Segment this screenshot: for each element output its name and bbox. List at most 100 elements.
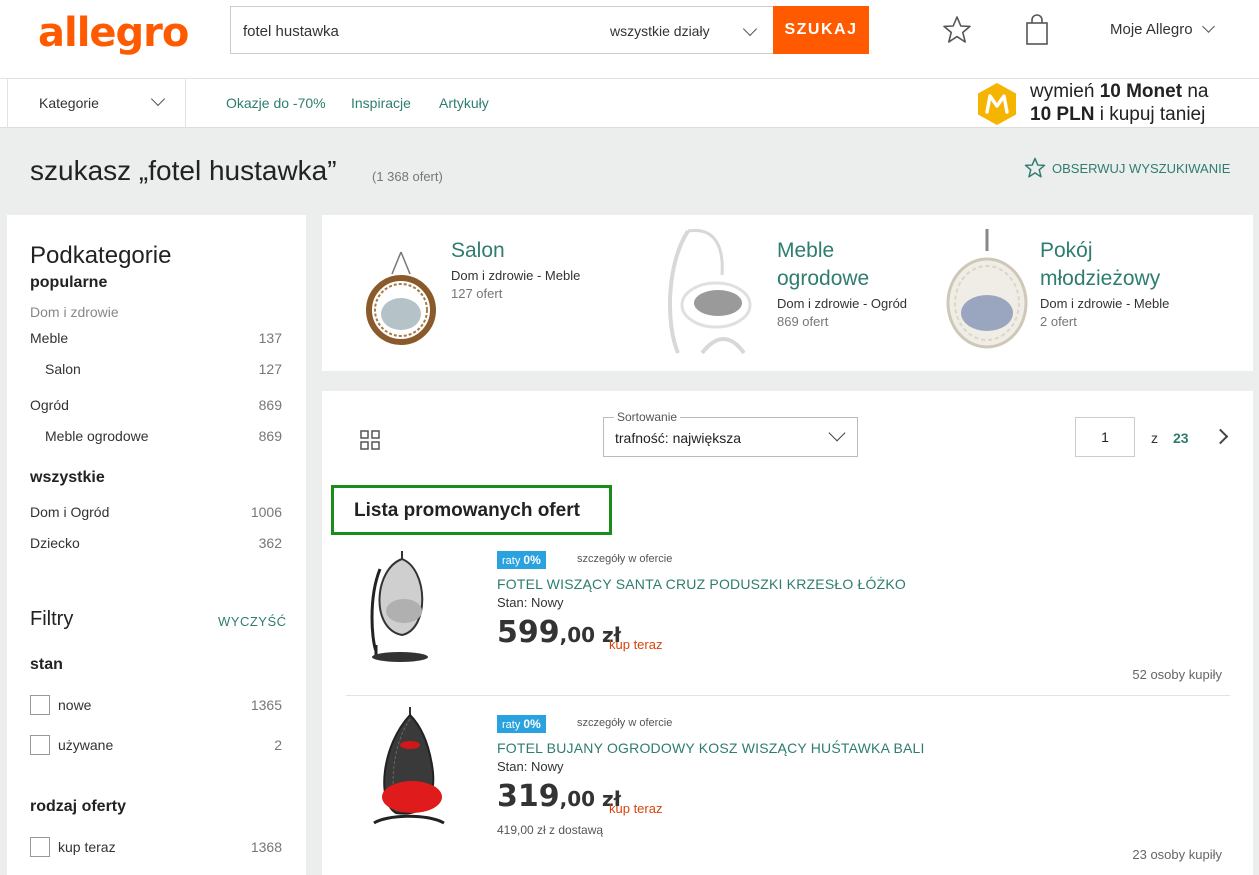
search-title: szukasz „fotel hustawka” [30, 155, 337, 186]
checkbox-used[interactable] [30, 735, 50, 755]
offer-type-title: rodzaj oferty [30, 798, 127, 815]
subcategory-count: 869 [258, 428, 282, 444]
installments-label: raty [502, 555, 521, 567]
installments-note: szczegóły w ofercie [577, 553, 673, 565]
sort-legend: Sortowanie [614, 410, 681, 424]
subcategory-label: Meble [30, 330, 69, 346]
egg-chair-image[interactable] [944, 227, 1030, 351]
subcategory-ogrod[interactable]: Ogród 869 [30, 397, 282, 413]
search-input[interactable]: fotel hustawka [230, 6, 599, 54]
promo-coins: 10 Monet [1099, 81, 1183, 102]
page-of-label: z [1151, 430, 1158, 446]
nav-link-deals[interactable]: Okazje do -70% [226, 95, 326, 111]
popular-title: popularne [30, 274, 108, 291]
offer-buy-now: kup teraz [609, 801, 663, 816]
subcategory-meble[interactable]: Meble 137 [30, 330, 282, 346]
installments-badge: raty 0% [497, 715, 546, 733]
filters-title: Filtry [30, 608, 74, 630]
offer-condition: Stan: Nowy [497, 759, 564, 774]
condition-title: stan [30, 656, 63, 673]
next-page-chevron-icon[interactable] [1212, 428, 1229, 445]
checkbox-buy-now-label[interactable]: kup teraz [58, 839, 116, 855]
filters-sidebar: Podkategorie popularne Dom i zdrowie Meb… [7, 215, 306, 875]
checkbox-new[interactable] [30, 695, 50, 715]
coin-hexagon-icon[interactable] [976, 82, 1018, 126]
listing-panel: Sortowanie trafność: największa 1 z 23 L… [322, 391, 1253, 875]
subcategory-meble-ogrodowe[interactable]: Meble ogrodowe 869 [45, 428, 282, 444]
checkbox-buy-now-count: 1368 [250, 839, 282, 855]
promo-pln: 10 PLN [1030, 104, 1095, 125]
category-label: Dziecko [30, 535, 80, 551]
category-card-garden-path: Dom i zdrowie - Ogród [777, 296, 908, 311]
offer-item[interactable]: raty 0% szczegóły w ofercie FOTEL BUJANY… [346, 707, 1230, 863]
subcategory-count: 137 [258, 330, 282, 346]
clear-filters-button[interactable]: WYCZYŚĆ [218, 614, 287, 629]
offer-title-link[interactable]: FOTEL BUJANY OGRODOWY KOSZ WISZĄCY HUŚTA… [497, 740, 925, 756]
department-select[interactable]: wszystkie działy [598, 6, 774, 54]
installments-note: szczegóły w ofercie [577, 717, 673, 729]
chevron-down-icon [828, 424, 846, 442]
category-card-salon-count: 127 ofert [451, 286, 503, 301]
shopping-bag-icon[interactable] [1024, 14, 1050, 46]
checkbox-new-label[interactable]: nowe [58, 697, 91, 713]
star-outline-icon [1024, 157, 1046, 178]
category-card-garden-line2: ogrodowe [777, 267, 870, 290]
page-total-link[interactable]: 23 [1173, 430, 1189, 446]
category-card-youth-title[interactable]: Pokój młodzieżowy [1040, 237, 1160, 293]
category-card-salon-title[interactable]: Salon [451, 237, 505, 265]
category-label: Dom i Ogród [30, 504, 110, 520]
star-icon[interactable] [942, 15, 972, 45]
category-card-youth-count: 2 ofert [1040, 314, 1077, 329]
offer-delivery-price: 419,00 zł z dostawą [497, 823, 604, 837]
category-count: 1006 [250, 504, 282, 520]
category-card-youth-line2: młodzieżowy [1040, 267, 1161, 290]
checkbox-used-count: 2 [274, 737, 282, 753]
offer-divider [346, 695, 1230, 696]
checkbox-new-count: 1365 [250, 697, 282, 713]
observe-label: OBSERWUJ WYSZUKIWANIE [1052, 161, 1231, 176]
offer-image[interactable] [366, 549, 446, 665]
top-header: allegro fotel hustawka wszystkie działy … [0, 0, 1259, 79]
installments-percent: 0% [523, 717, 541, 731]
offer-title-link[interactable]: FOTEL WISZĄCY SANTA CRUZ PODUSZKI KRZESŁ… [497, 576, 906, 592]
categories-dropdown[interactable]: Kategorie [7, 79, 186, 128]
subcategory-count: 127 [258, 361, 282, 377]
category-card-salon-path: Dom i zdrowie - Meble [451, 268, 581, 283]
offer-sold-count: 52 osoby kupiły [1132, 667, 1222, 682]
nav-link-inspirations[interactable]: Inspiracje [351, 95, 411, 111]
allegro-logo[interactable]: allegro [38, 10, 189, 56]
category-cards-panel: Salon Dom i zdrowie - Meble 127 ofert Me… [322, 215, 1253, 371]
offer-item[interactable]: raty 0% szczegóły w ofercie FOTEL WISZĄC… [346, 549, 1230, 685]
offer-price: 319,00 zł [497, 779, 621, 814]
sort-select[interactable]: Sortowanie trafność: największa [603, 410, 858, 457]
category-dziecko[interactable]: Dziecko 362 [30, 535, 282, 551]
installments-badge: raty 0% [497, 551, 546, 569]
my-allegro-menu[interactable]: Moje Allegro [1110, 21, 1193, 38]
subcategory-label: Meble ogrodowe [45, 428, 149, 444]
nav-link-articles[interactable]: Artykuły [439, 95, 489, 111]
grid-view-icon[interactable] [360, 430, 380, 450]
category-dom-i-ogrod[interactable]: Dom i Ogród 1006 [30, 504, 282, 520]
promoted-offers-label: Lista promowanych ofert [331, 485, 612, 535]
checkbox-used-label[interactable]: używane [58, 737, 113, 753]
category-card-garden-title[interactable]: Meble ogrodowe [777, 237, 869, 293]
search-button[interactable]: SZUKAJ [773, 6, 869, 54]
department-select-value: wszystkie działy [610, 23, 710, 39]
subcategory-label: Ogród [30, 397, 69, 413]
hanging-chair-image[interactable] [664, 225, 754, 357]
offer-price: 599,00 zł [497, 615, 621, 650]
category-card-youth-path: Dom i zdrowie - Meble [1040, 296, 1170, 311]
swing-chair-image[interactable] [364, 250, 438, 348]
page-number-input[interactable]: 1 [1075, 417, 1135, 457]
offer-image[interactable] [366, 705, 452, 833]
subcategories-title: Podkategorie [30, 242, 172, 269]
category-card-garden-line1: Meble [777, 239, 835, 262]
subcategory-count: 869 [258, 397, 282, 413]
checkbox-buy-now[interactable] [30, 837, 50, 857]
sort-value: trafność: największa [615, 430, 742, 446]
category-card-youth-line1: Pokój [1040, 239, 1093, 262]
category-count: 362 [258, 535, 282, 551]
chevron-down-icon [150, 91, 166, 107]
subcategory-salon[interactable]: Salon 127 [45, 361, 282, 377]
coins-promo[interactable]: wymień 10 Monet na 10 PLN i kupuj taniej [1030, 80, 1208, 126]
